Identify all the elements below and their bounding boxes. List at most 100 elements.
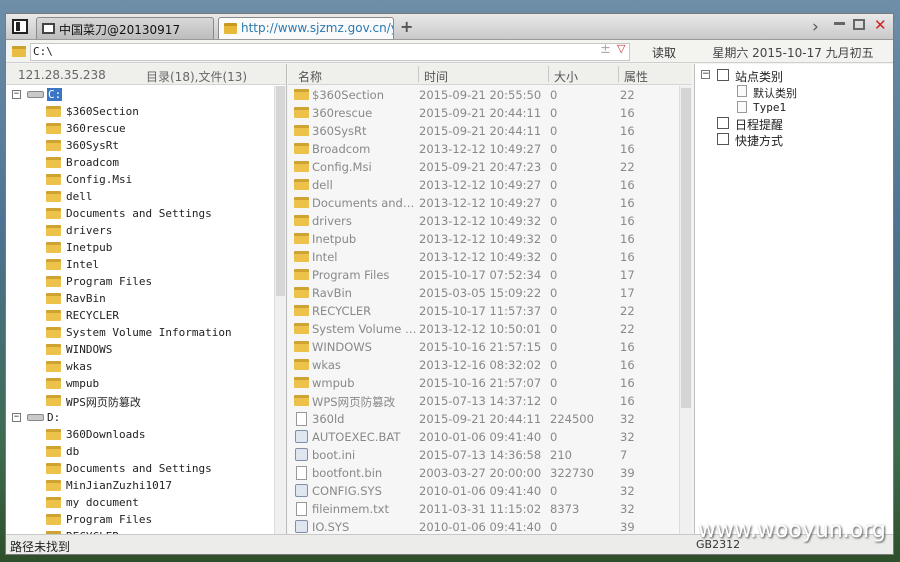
collapse-icon[interactable]: −: [12, 413, 21, 422]
folder-icon: [46, 174, 61, 185]
bookmark-panel: − 站点类别 默认类别 Type1 日程提醒 快捷方式: [694, 64, 893, 534]
directory-tree-panel: 121.28.35.238 目录(18),文件(13) − C: $360Secti…: [6, 64, 287, 534]
folder-icon: [46, 276, 61, 287]
tree-folder[interactable]: WPS网页防篡改: [6, 392, 274, 409]
file-row[interactable]: 360ld 2015-09-21 20:44:11 224500 32: [288, 410, 679, 428]
column-divider[interactable]: [418, 66, 419, 82]
close-button[interactable]: ✕: [874, 16, 887, 34]
file-row[interactable]: boot.ini 2015-07-13 14:36:58 210 7: [288, 446, 679, 464]
bookmark-item[interactable]: 快捷方式: [695, 131, 893, 148]
file-name: dell: [312, 178, 333, 192]
file-size: 0: [550, 160, 558, 174]
file-row[interactable]: Documents and Set...2013-12-12 10:49:27 0…: [288, 194, 679, 212]
file-row[interactable]: Intel 2013-12-12 10:49:32 0 16: [288, 248, 679, 266]
tree-drive[interactable]: − C:: [6, 86, 274, 103]
bookmark-item[interactable]: 默认类别: [695, 83, 893, 100]
maximize-button[interactable]: [853, 19, 865, 30]
path-input[interactable]: C:\: [30, 43, 630, 61]
new-tab-button[interactable]: +: [400, 17, 413, 36]
file-time: 2015-10-17 07:52:34: [419, 268, 542, 282]
column-divider[interactable]: [618, 66, 619, 82]
file-attr: 17: [620, 286, 635, 300]
tree-folder[interactable]: Documents and Settings: [6, 205, 274, 222]
file-row[interactable]: $360Section 2015-09-21 20:55:50 0 22: [288, 86, 679, 104]
file-row[interactable]: bootfont.bin 2003-03-27 20:00:00 322730 39: [288, 464, 679, 482]
tree-folder[interactable]: Documents and Settings: [6, 460, 274, 477]
tree-folder[interactable]: MinJianZuzhi1017: [6, 477, 274, 494]
file-attr: 16: [620, 196, 635, 210]
app-menu-icon[interactable]: [12, 19, 28, 34]
file-row[interactable]: CONFIG.SYS 2010-01-06 09:41:40 0 32: [288, 482, 679, 500]
file-row[interactable]: Inetpub 2013-12-12 10:49:32 0 16: [288, 230, 679, 248]
column-attr[interactable]: 属性: [624, 68, 648, 85]
column-time[interactable]: 时间: [424, 68, 448, 85]
tree-folder[interactable]: RECYCLER: [6, 307, 274, 324]
file-row[interactable]: RavBin 2015-03-05 15:09:22 0 17: [288, 284, 679, 302]
tree-folder[interactable]: wkas: [6, 358, 274, 375]
file-list-header: 名称 时间 大小 属性: [288, 64, 692, 85]
bookmark-item[interactable]: 日程提醒: [695, 115, 893, 132]
collapse-icon[interactable]: −: [12, 90, 21, 99]
file-row[interactable]: IO.SYS 2010-01-06 09:41:40 0 39: [288, 518, 679, 534]
file-row[interactable]: wmpub 2015-10-16 21:57:07 0 16: [288, 374, 679, 392]
file-row[interactable]: drivers 2013-12-12 10:49:32 0 16: [288, 212, 679, 230]
tree-folder[interactable]: drivers: [6, 222, 274, 239]
bookmark-item[interactable]: − 站点类别: [695, 67, 893, 84]
tree-folder[interactable]: Program Files: [6, 273, 274, 290]
file-list-scrollbar[interactable]: [679, 86, 692, 534]
file-row[interactable]: 360SysRt 2015-09-21 20:44:11 0 16: [288, 122, 679, 140]
column-divider[interactable]: [548, 66, 549, 82]
tree-folder[interactable]: 360SysRt: [6, 137, 274, 154]
collapse-icon[interactable]: −: [701, 70, 710, 79]
file-row[interactable]: System Volume Info...2013-12-12 10:50:01…: [288, 320, 679, 338]
tree-folder[interactable]: Config.Msi: [6, 171, 274, 188]
bookmark-item[interactable]: Type1: [695, 99, 893, 115]
tree-drive[interactable]: − D:: [6, 409, 274, 426]
file-row[interactable]: wkas 2013-12-16 08:32:02 0 16: [288, 356, 679, 374]
tab-file-manager[interactable]: http://www.sjzmz.gov.cn/yell...: [218, 17, 394, 39]
file-time: 2010-01-06 09:41:40: [419, 430, 542, 444]
tree-folder[interactable]: my document: [6, 494, 274, 511]
tree-folder[interactable]: Inetpub: [6, 239, 274, 256]
file-row[interactable]: AUTOEXEC.BAT 2010-01-06 09:41:40 0 32: [288, 428, 679, 446]
column-size[interactable]: 大小: [554, 68, 578, 85]
tree-folder[interactable]: WINDOWS: [6, 341, 274, 358]
tree-folder[interactable]: RavBin: [6, 290, 274, 307]
folder-icon: [46, 429, 61, 440]
file-attr: 16: [620, 376, 635, 390]
file-attr: 22: [620, 160, 635, 174]
tree-folder[interactable]: $360Section: [6, 103, 274, 120]
tree-folder[interactable]: System Volume Information: [6, 324, 274, 341]
file-row[interactable]: Config.Msi 2015-09-21 20:47:23 0 22: [288, 158, 679, 176]
minimize-button[interactable]: [834, 22, 845, 25]
tree-folder[interactable]: db: [6, 443, 274, 460]
file-row[interactable]: WINDOWS 2015-10-16 21:57:15 0 16: [288, 338, 679, 356]
tree-folder[interactable]: Broadcom: [6, 154, 274, 171]
file-row[interactable]: dell 2013-12-12 10:49:27 0 16: [288, 176, 679, 194]
scroll-thumb[interactable]: [276, 86, 285, 296]
file-row[interactable]: 360rescue 2015-09-21 20:44:11 0 16: [288, 104, 679, 122]
scroll-thumb[interactable]: [681, 88, 691, 408]
tab-shell-manager[interactable]: 中国菜刀@20130917: [36, 17, 214, 39]
file-icon: [296, 466, 307, 480]
file-time: 2011-03-31 11:15:02: [419, 502, 542, 516]
column-name[interactable]: 名称: [298, 68, 322, 85]
chevron-right-icon[interactable]: ›: [812, 17, 819, 37]
file-row[interactable]: Broadcom 2013-12-12 10:49:27 0 16: [288, 140, 679, 158]
tree-folder[interactable]: dell: [6, 188, 274, 205]
file-row[interactable]: fileinmem.txt 2011-03-31 11:15:02 8373 32: [288, 500, 679, 518]
file-row[interactable]: Program Files 2015-10-17 07:52:34 0 17: [288, 266, 679, 284]
tree-folder[interactable]: 360rescue: [6, 120, 274, 137]
folder-icon: [294, 287, 309, 298]
tree-folder[interactable]: 360Downloads: [6, 426, 274, 443]
tree-folder[interactable]: wmpub: [6, 375, 274, 392]
tree-scrollbar[interactable]: [274, 86, 286, 534]
add-icon[interactable]: ±: [600, 42, 611, 57]
file-row[interactable]: WPS网页防篡改 2015-07-13 14:37:12 0 16: [288, 392, 679, 410]
file-size: 224500: [550, 412, 594, 426]
tree-folder[interactable]: Intel: [6, 256, 274, 273]
chevron-down-icon[interactable]: ▽: [617, 42, 625, 55]
read-button[interactable]: 读取: [636, 42, 692, 62]
file-row[interactable]: RECYCLER 2015-10-17 11:57:37 0 22: [288, 302, 679, 320]
tree-folder[interactable]: Program Files: [6, 511, 274, 528]
